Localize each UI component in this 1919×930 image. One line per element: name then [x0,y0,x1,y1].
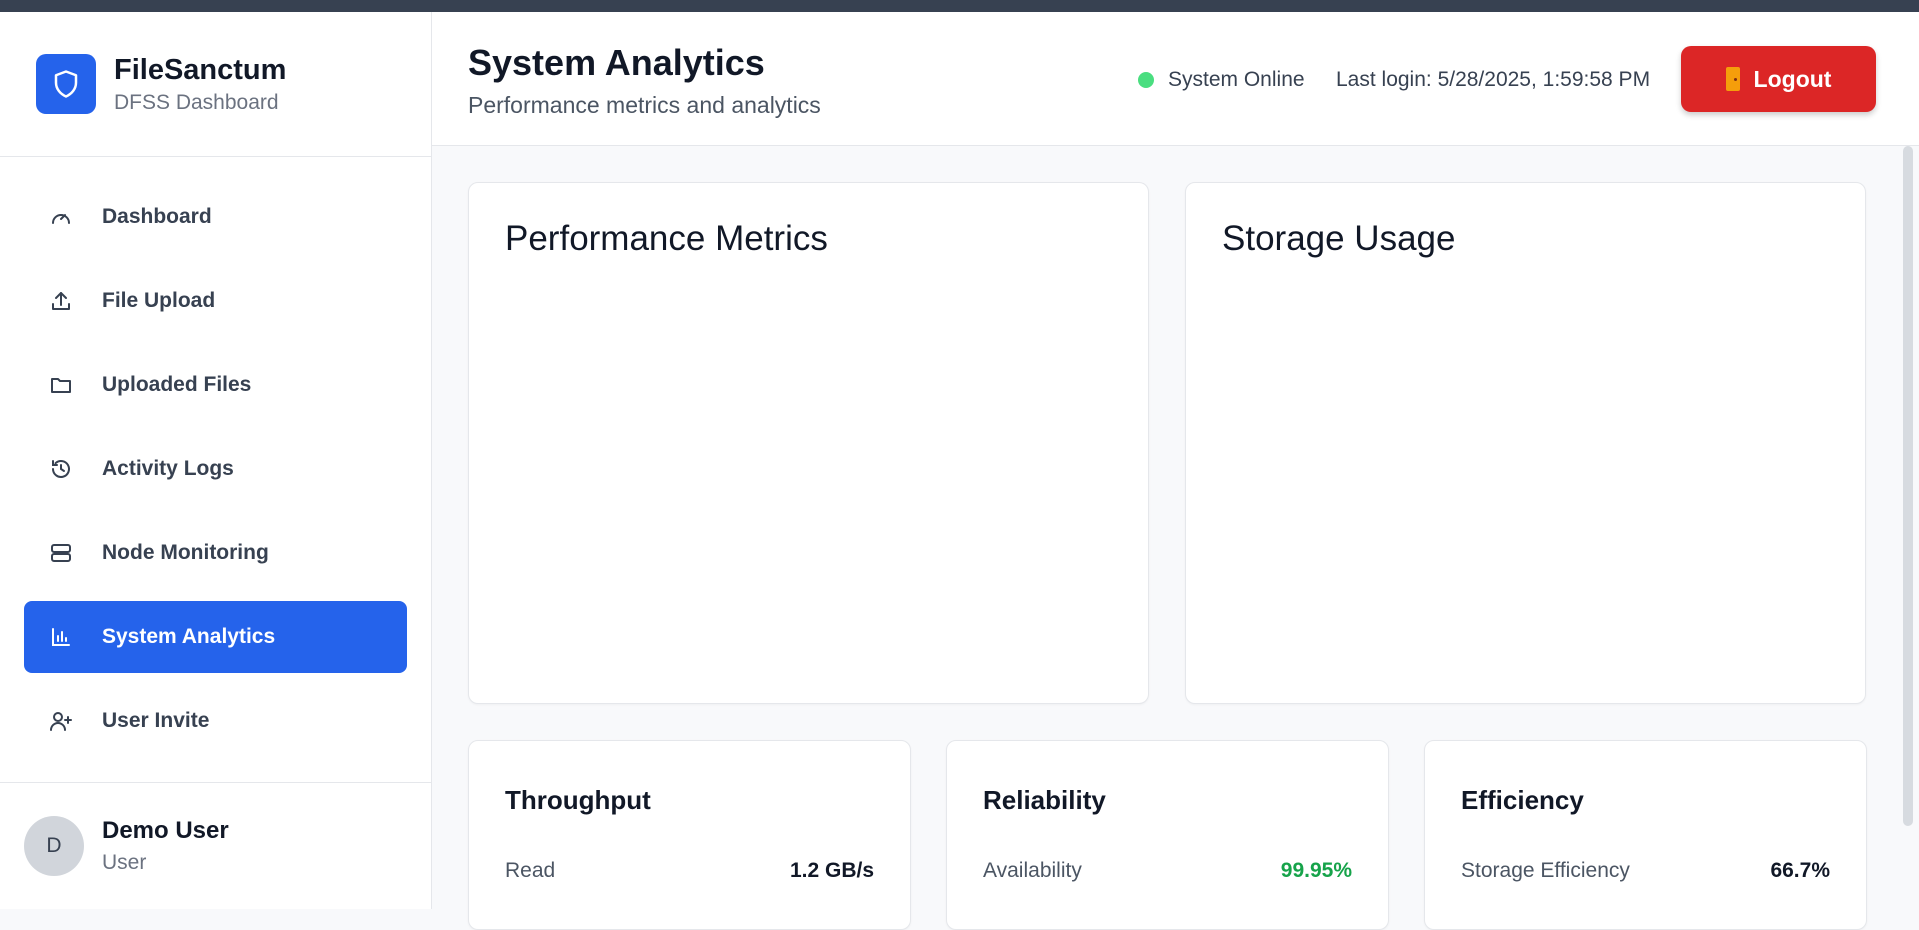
door-icon [1725,67,1740,91]
sidebar-item-label: User Invite [102,709,210,732]
sidebar-item-activity-logs[interactable]: Activity Logs [24,433,407,505]
sidebar-item-user-invite[interactable]: User Invite [24,685,407,757]
stat-label: Storage Efficiency [1461,859,1630,882]
sidebar-item-uploaded-files[interactable]: Uploaded Files [24,349,407,421]
bar-chart-icon [46,622,76,652]
performance-metrics-title: Performance Metrics [505,219,828,258]
stat-row: Availability 99.95% [983,859,1352,883]
app-name: FileSanctum [114,54,287,86]
shield-icon [36,54,96,114]
sidebar-item-system-analytics[interactable]: System Analytics [24,601,407,673]
app-subtitle: DFSS Dashboard [114,91,279,114]
stat-label: Read [505,859,556,882]
server-icon [46,538,76,568]
logout-button[interactable]: Logout [1681,46,1876,112]
upload-icon [46,286,76,316]
avatar: D [24,816,84,876]
sidebar-item-dashboard[interactable]: Dashboard [24,181,407,253]
sidebar-item-node-monitoring[interactable]: Node Monitoring [24,517,407,589]
sidebar-item-label: System Analytics [102,625,276,648]
status-dot-icon [1138,72,1154,88]
user-name: Demo User [102,817,229,844]
user-plus-icon [46,706,76,736]
system-status: System Online [1138,68,1305,92]
last-login: Last login: 5/28/2025, 1:59:58 PM [1336,68,1651,91]
sidebar-item-file-upload[interactable]: File Upload [24,265,407,337]
stat-row: Read 1.2 GB/s [505,859,874,883]
sidebar-item-label: File Upload [102,289,216,312]
storage-usage-title: Storage Usage [1222,219,1456,258]
efficiency-card: Efficiency Storage Efficiency 66.7% [1424,740,1867,930]
sidebar-item-label: Uploaded Files [102,373,252,396]
stat-value: 99.95% [1280,859,1352,882]
main-scrollbar[interactable] [1903,146,1913,826]
stat-label: Availability [983,859,1082,882]
efficiency-title: Efficiency [1461,785,1584,815]
page-subtitle: Performance metrics and analytics [468,92,821,118]
folder-icon [46,370,76,400]
sidebar-item-label: Activity Logs [102,457,234,480]
sidebar-item-label: Dashboard [102,205,212,228]
page-title: System Analytics [468,42,765,83]
storage-usage-panel: Storage Usage [1185,182,1866,704]
gauge-icon [46,202,76,232]
sidebar: FileSanctum DFSS Dashboard Dashboard Fil… [0,12,432,909]
browser-top-strip [0,0,1919,12]
performance-metrics-panel: Performance Metrics [468,182,1149,704]
throughput-card: Throughput Read 1.2 GB/s [468,740,911,930]
user-profile[interactable]: D Demo User User [0,782,431,909]
status-text: System Online [1168,68,1305,91]
history-icon [46,454,76,484]
user-role: User [102,851,147,874]
stat-value: 66.7% [1770,859,1830,882]
reliability-card: Reliability Availability 99.95% [946,740,1389,930]
stat-row: Storage Efficiency 66.7% [1461,859,1830,883]
sidebar-nav: Dashboard File Upload Uploaded Files Act… [0,157,431,757]
stat-value: 1.2 GB/s [789,859,874,882]
throughput-title: Throughput [505,785,651,815]
brand: FileSanctum DFSS Dashboard [0,12,431,157]
page-header: System Analytics Performance metrics and… [432,12,1919,146]
sidebar-item-label: Node Monitoring [102,541,269,564]
reliability-title: Reliability [983,785,1106,815]
logout-label: Logout [1753,65,1832,92]
